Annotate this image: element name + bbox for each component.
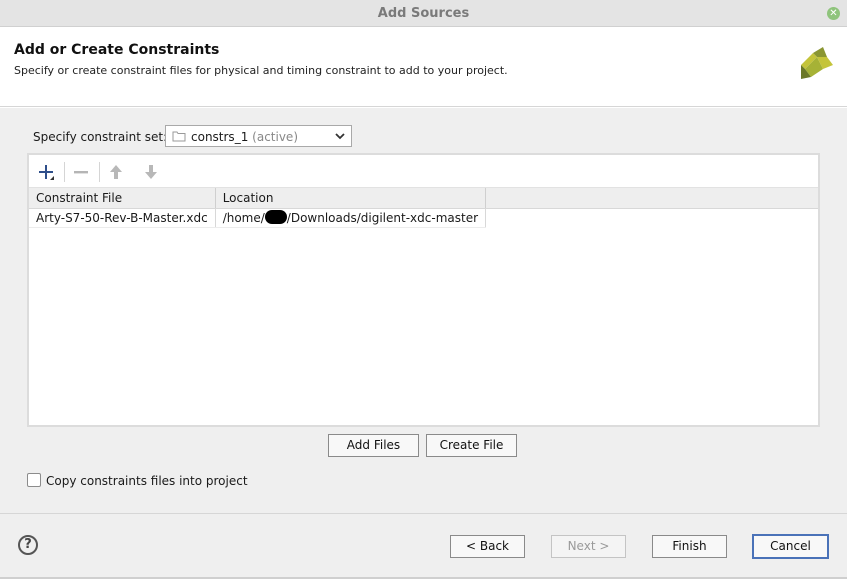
cancel-button[interactable]: Cancel bbox=[752, 534, 829, 559]
toolbar-divider bbox=[64, 162, 65, 182]
close-icon[interactable]: ✕ bbox=[827, 7, 840, 20]
chevron-down-icon bbox=[335, 133, 345, 140]
window-title: Add Sources bbox=[377, 6, 470, 21]
column-header-filler bbox=[485, 188, 818, 209]
redaction-mark bbox=[264, 210, 287, 224]
copy-constraints-label: Copy constraints files into project bbox=[46, 474, 248, 488]
back-button[interactable]: < Back bbox=[450, 535, 525, 558]
constraint-set-value: constrs_1 bbox=[191, 130, 249, 144]
remove-icon[interactable] bbox=[72, 163, 90, 181]
move-up-icon[interactable] bbox=[107, 163, 125, 181]
table-row[interactable]: Arty-S7-50-Rev-B-Master.xdc /home//Downl… bbox=[29, 208, 818, 228]
constraint-set-dropdown[interactable]: constrs_1 (active) bbox=[165, 125, 352, 147]
page-subtitle: Specify or create constraint files for p… bbox=[14, 64, 508, 77]
xilinx-logo-icon bbox=[801, 47, 833, 79]
files-toolbar bbox=[29, 155, 818, 188]
finish-button[interactable]: Finish bbox=[652, 535, 727, 558]
column-header-location[interactable]: Location bbox=[215, 188, 487, 209]
cell-location[interactable]: /home//Downloads/digilent-xdc-master bbox=[215, 208, 487, 228]
toolbar-divider bbox=[99, 162, 100, 182]
constraint-set-label: Specify constraint set: bbox=[33, 130, 168, 144]
next-button[interactable]: Next > bbox=[551, 535, 626, 558]
create-file-button[interactable]: Create File bbox=[426, 434, 517, 457]
add-icon[interactable] bbox=[37, 163, 55, 181]
constraint-files-panel: Constraint File Location Arty-S7-50-Rev-… bbox=[27, 153, 820, 427]
folder-icon bbox=[172, 131, 186, 142]
cell-constraint-file[interactable]: Arty-S7-50-Rev-B-Master.xdc bbox=[29, 208, 216, 228]
table-header-row: Constraint File Location bbox=[29, 188, 818, 209]
wizard-header: Add or Create Constraints Specify or cre… bbox=[0, 27, 847, 107]
page-title: Add or Create Constraints bbox=[14, 42, 220, 58]
add-files-button[interactable]: Add Files bbox=[328, 434, 419, 457]
help-icon[interactable]: ? bbox=[18, 535, 38, 555]
column-header-constraint-file[interactable]: Constraint File bbox=[29, 188, 216, 209]
constraint-files-table: Constraint File Location Arty-S7-50-Rev-… bbox=[29, 188, 818, 228]
copy-constraints-checkbox[interactable] bbox=[27, 473, 41, 487]
content-area: Specify constraint set: constrs_1 (activ… bbox=[0, 108, 847, 513]
wizard-footer: ? < Back Next > Finish Cancel bbox=[0, 513, 847, 579]
constraint-set-state: (active) bbox=[252, 130, 298, 144]
title-bar: Add Sources ✕ bbox=[0, 0, 847, 27]
move-down-icon[interactable] bbox=[142, 163, 160, 181]
